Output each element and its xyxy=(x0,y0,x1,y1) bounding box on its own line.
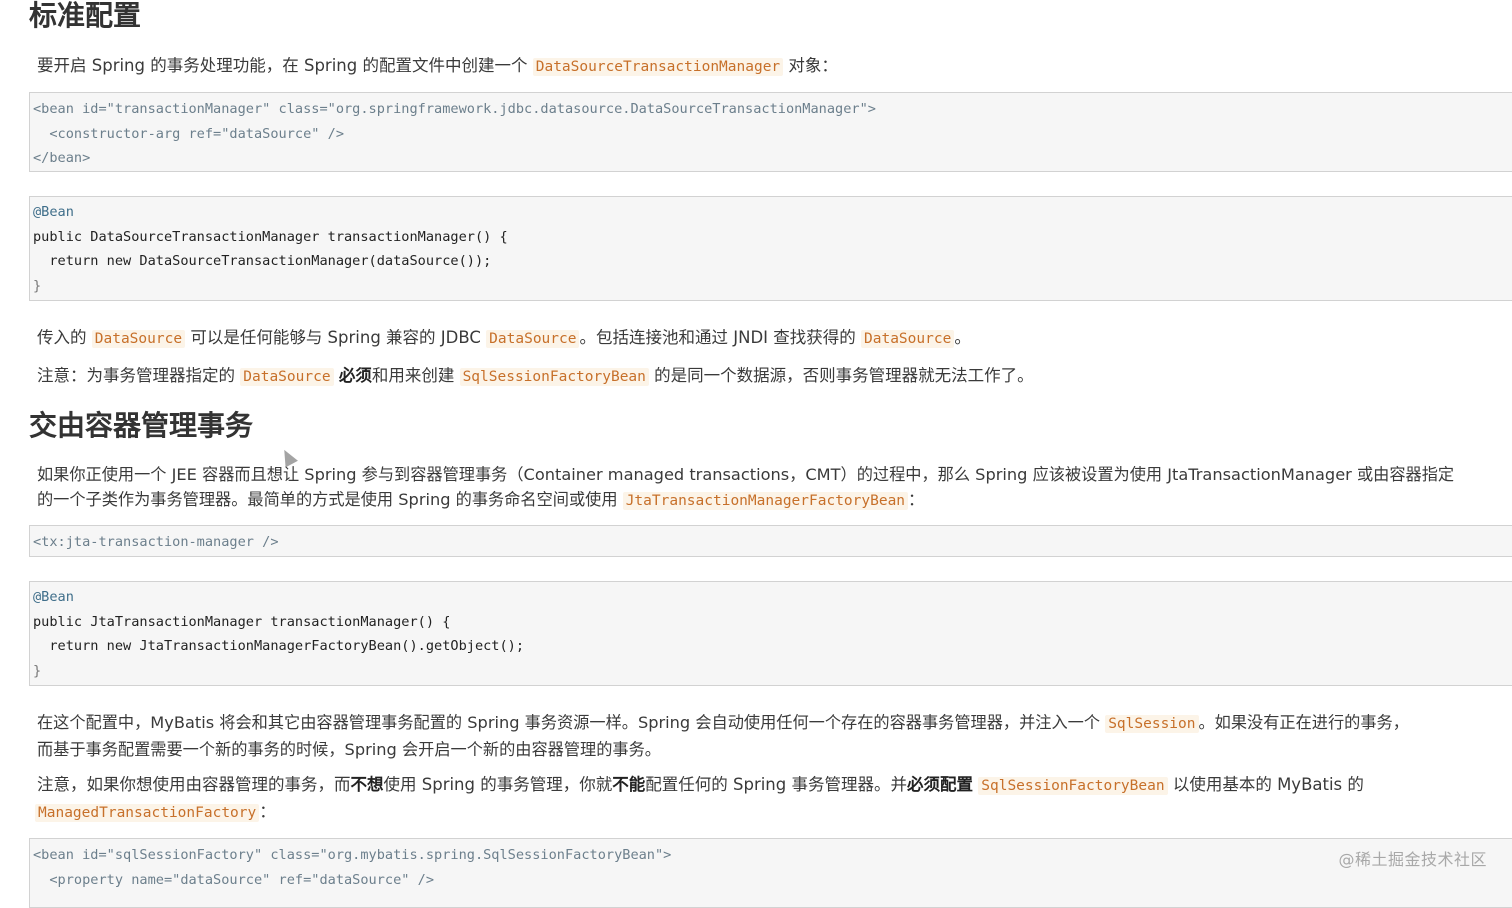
note-paragraph: 注意：为事务管理器指定的 DataSource 必须和用来创建 SqlSessi… xyxy=(37,366,1034,386)
inline-code: DataSource xyxy=(861,330,955,348)
code-line: return new JtaTransactionManagerFactoryB… xyxy=(33,638,525,654)
inline-code: DataSource xyxy=(240,368,334,386)
code-line: <bean id="sqlSessionFactory" class="org.… xyxy=(33,847,672,863)
code-line: </bean> xyxy=(33,150,91,166)
section-heading-standard-config: 标准配置 xyxy=(29,0,142,32)
inline-code: DataSource xyxy=(486,330,580,348)
code-block-java: @Bean public JtaTransactionManager trans… xyxy=(29,581,1512,686)
code-line: <constructor-arg ref="dataSource" /> xyxy=(33,125,344,142)
document-page: 标准配置 要开启 Spring 的事务处理功能，在 Spring 的配置文件中创… xyxy=(0,0,1512,908)
code-line: public JtaTransactionManager transaction… xyxy=(33,613,451,630)
inline-code: JtaTransactionManagerFactoryBean xyxy=(622,492,909,510)
inline-code: SqlSession xyxy=(1105,715,1199,733)
datasource-paragraph: 传入的 DataSource 可以是任何能够与 Spring 兼容的 JDBC … xyxy=(37,328,971,348)
code-block-xml: <bean id="sqlSessionFactory" class="org.… xyxy=(29,838,1512,908)
note-paragraph-2: 注意，如果你想使用由容器管理的事务，而不想使用 Spring 的事务管理，你就不… xyxy=(35,775,1364,822)
code-line: } xyxy=(33,662,42,679)
code-block-xml: <tx:jta-transaction-manager /> xyxy=(29,525,1512,557)
intro-paragraph: 要开启 Spring 的事务处理功能，在 Spring 的配置文件中创建一个 D… xyxy=(37,56,838,76)
code-line: public DataSourceTransactionManager tran… xyxy=(33,228,508,245)
section-heading-container-managed: 交由容器管理事务 xyxy=(29,409,254,442)
code-line: <bean id="transactionManager" class="org… xyxy=(33,101,876,117)
mybatis-paragraph: 在这个配置中，MyBatis 将会和其它由容器管理事务配置的 Spring 事务… xyxy=(37,713,1409,759)
inline-code: SqlSessionFactoryBean xyxy=(459,368,649,386)
code-line: @Bean xyxy=(33,589,74,605)
code-line: <property name="dataSource" ref="dataSou… xyxy=(33,871,435,888)
code-block-xml: <bean id="transactionManager" class="org… xyxy=(29,92,1512,172)
watermark: @稀土掘金技术社区 xyxy=(1338,850,1487,869)
code-line: <tx:jta-transaction-manager /> xyxy=(33,534,279,550)
code-block-java: @Bean public DataSourceTransactionManage… xyxy=(29,196,1512,301)
code-line: } xyxy=(33,277,42,294)
code-line: return new DataSourceTransactionManager(… xyxy=(33,253,492,269)
inline-code: DataSource xyxy=(91,330,186,348)
inline-code: SqlSessionFactoryBean xyxy=(978,777,1168,795)
code-line: @Bean xyxy=(33,204,74,220)
inline-code: DataSourceTransactionManager xyxy=(532,58,784,76)
inline-code: ManagedTransactionFactory xyxy=(35,804,260,822)
jee-paragraph: 如果你正使用一个 JEE 容器而且想让 Spring 参与到容器管理事务（Con… xyxy=(37,465,1455,510)
